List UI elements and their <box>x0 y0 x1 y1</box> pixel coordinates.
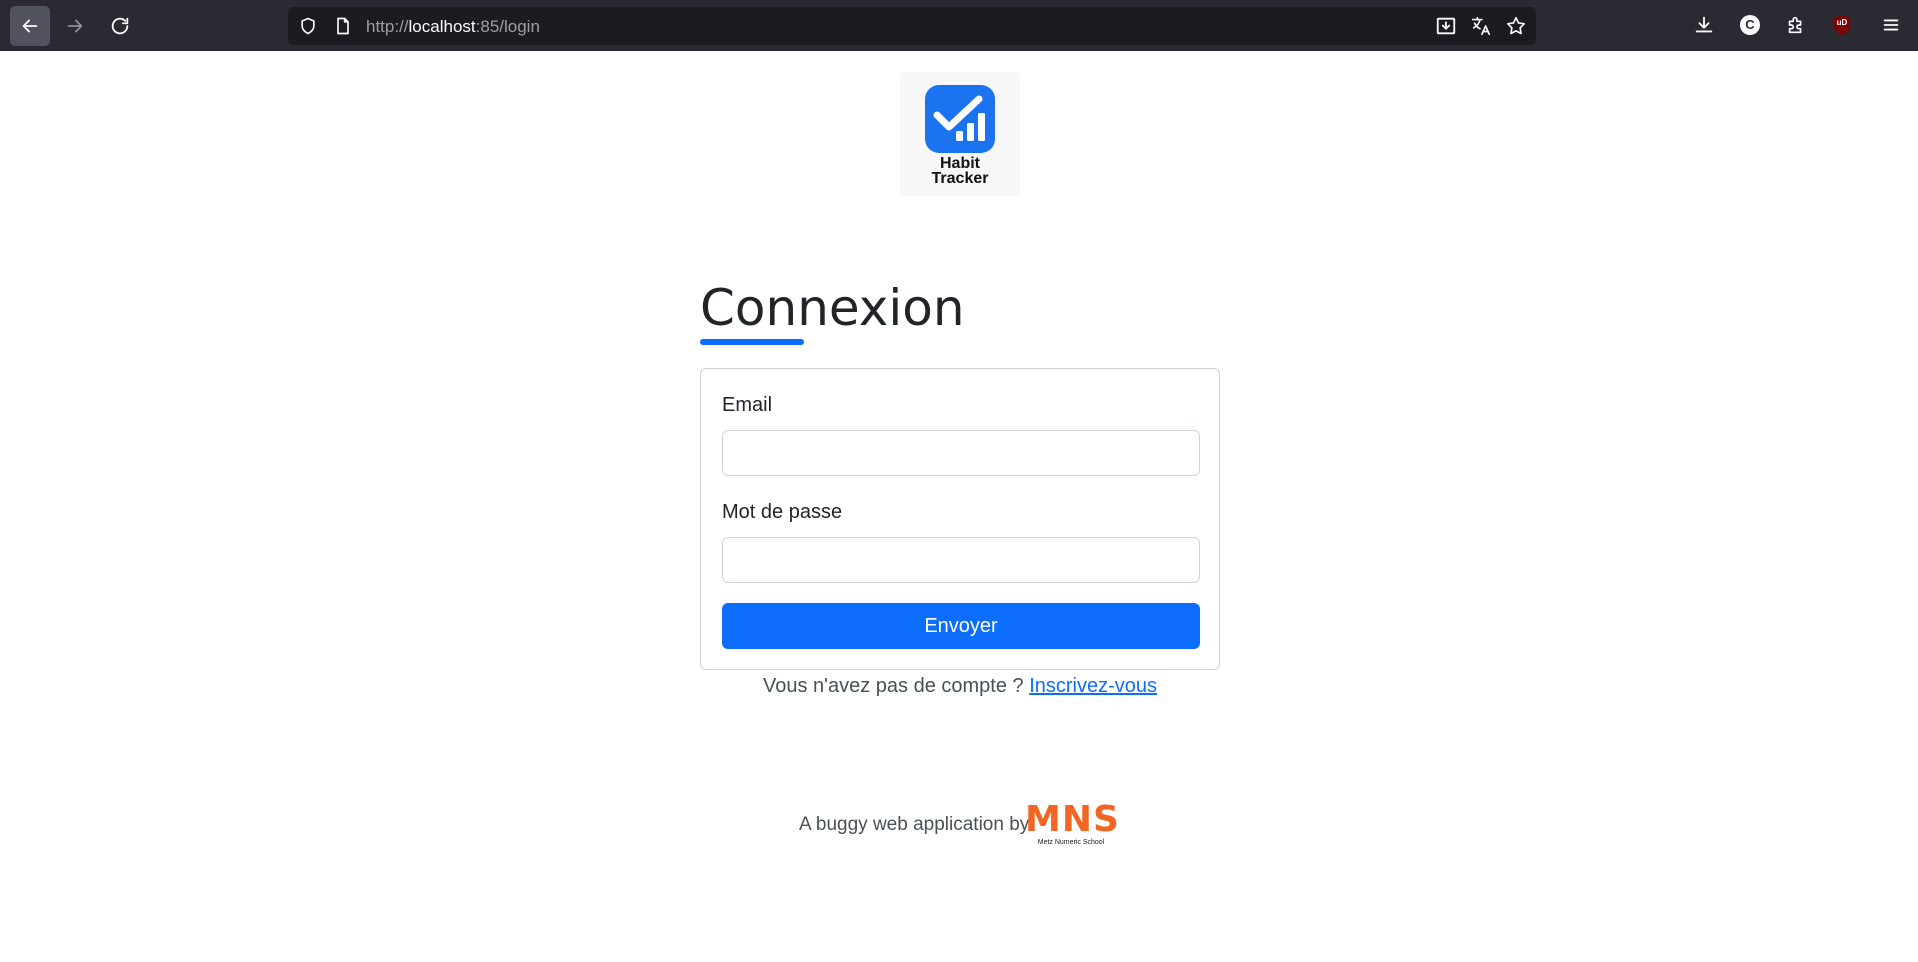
mns-caption: Metz Numeric School <box>1037 839 1105 846</box>
url-scheme: http:// <box>366 17 409 36</box>
mns-logo[interactable]: MNS Metz Numeric School <box>1025 799 1119 849</box>
email-label: Email <box>722 394 773 416</box>
install-app-icon[interactable] <box>1435 15 1457 37</box>
ublock-origin-icon[interactable]: uD <box>1832 14 1852 36</box>
footer-text: A buggy web application by <box>799 814 1030 835</box>
url-path: :85/login <box>475 17 540 36</box>
tracking-protection-shield-icon[interactable] <box>298 16 318 36</box>
url-text[interactable]: http://localhost:85/login <box>366 17 540 37</box>
forward-arrow-icon <box>67 19 83 33</box>
page-info-icon[interactable] <box>333 16 353 36</box>
translate-icon[interactable] <box>1470 15 1492 37</box>
reload-button[interactable] <box>100 6 140 46</box>
back-button[interactable] <box>10 6 50 46</box>
logo-text-line1: Habit <box>940 155 980 172</box>
signup-prompt: Vous n'avez pas de compte ? Inscrivez-vo… <box>700 675 1220 698</box>
account-initial: C <box>1745 17 1755 32</box>
downloads-icon[interactable] <box>1693 14 1715 36</box>
submit-button[interactable]: Envoyer <box>722 603 1200 649</box>
ublock-label: uD <box>1836 18 1848 27</box>
email-field[interactable] <box>722 430 1200 476</box>
no-account-text: Vous n'avez pas de compte ? <box>762 675 1030 697</box>
password-label: Mot de passe <box>722 501 843 523</box>
checkmark-chart-icon <box>925 85 995 153</box>
browser-toolbar: http://localhost:85/login C uD <box>0 0 1918 51</box>
hamburger-menu-icon[interactable] <box>1880 14 1902 36</box>
account-icon[interactable]: C <box>1740 15 1760 35</box>
forward-button[interactable] <box>55 6 95 46</box>
back-arrow-icon <box>22 19 38 33</box>
page-title: Connexion <box>700 279 965 337</box>
url-host: localhost <box>408 17 476 36</box>
reload-icon <box>111 17 129 35</box>
extensions-icon[interactable] <box>1785 14 1807 36</box>
footer: A buggy web application by MNS Metz Nume… <box>700 799 1220 853</box>
title-underline <box>700 339 804 345</box>
habit-tracker-logo: Habit Tracker <box>900 72 1020 196</box>
mns-brand: MNS <box>1025 799 1120 840</box>
logo-text-line2: Tracker <box>931 170 989 187</box>
bookmark-star-icon[interactable] <box>1505 15 1527 37</box>
address-bar[interactable]: http://localhost:85/login <box>288 7 1536 45</box>
signup-link[interactable]: Inscrivez-vous <box>1029 675 1157 697</box>
login-form: Email Mot de passe Envoyer <box>700 368 1220 670</box>
logo-text: Habit Tracker <box>900 155 1020 187</box>
password-field[interactable] <box>722 537 1200 583</box>
